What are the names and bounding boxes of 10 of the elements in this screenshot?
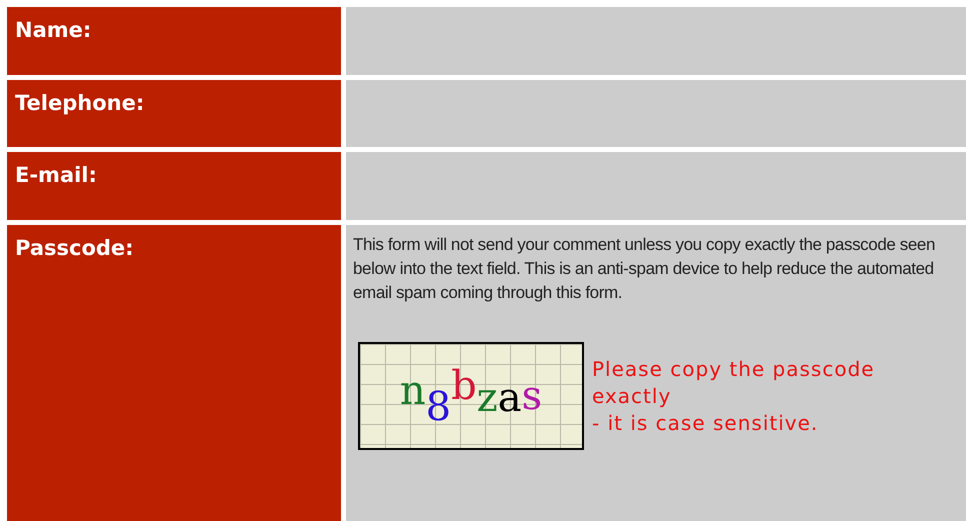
field-label: Name: [15, 18, 92, 42]
input-field[interactable] [346, 80, 966, 147]
field-label: E-mail: [15, 163, 97, 187]
instructions-text: This form will not send your comment unless you copy exactly the passcode seen below into the text field. This is an anti-spam device to help reduce the automated email spam coming through this form. [353, 234, 936, 304]
input-field[interactable] [346, 7, 966, 75]
input-field[interactable] [346, 152, 966, 220]
captcha-image: n8bzas [358, 342, 584, 450]
field-label: Passcode: [15, 236, 134, 260]
case-sensitive-note: Please copy the passcode exactly - it is case sensitive. [592, 356, 876, 436]
field-label: Telephone: [15, 91, 144, 115]
